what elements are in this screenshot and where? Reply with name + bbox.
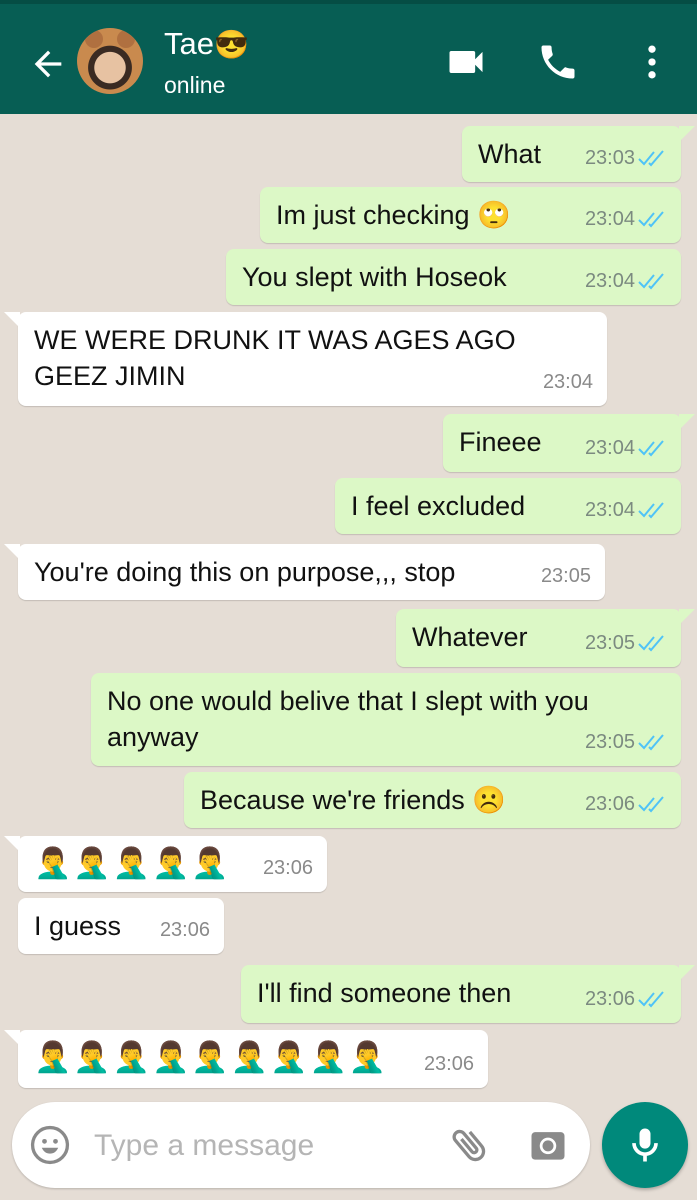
message-bubble-outgoing[interactable]: You slept with Hoseok 23:04 (226, 249, 681, 305)
message-time: 23:04 (584, 499, 635, 521)
message-time: 23:03 (584, 147, 635, 169)
message-time: 23:04 (584, 270, 635, 292)
message-bubble-incoming[interactable]: You're doing this on purpose,,, stop 23:… (4, 544, 605, 600)
message-time: 23:06 (159, 919, 210, 941)
message-meta: 23:04 (585, 263, 667, 299)
emoji-icon[interactable] (28, 1123, 72, 1167)
attach-icon[interactable] (448, 1123, 492, 1167)
message-meta: 23:04 (585, 430, 667, 466)
message-input[interactable] (92, 1118, 426, 1174)
message-bubble-incoming[interactable]: 🤦‍♂️🤦‍♂️🤦‍♂️🤦‍♂️🤦‍♂️ 23:06 (4, 836, 327, 892)
message-meta: 23:04 (543, 364, 593, 400)
double-check-icon (638, 211, 664, 228)
phone-icon[interactable] (536, 40, 580, 84)
message-meta: 23:06 (160, 912, 210, 948)
message-meta: 23:06 (585, 786, 667, 822)
contact-name-emoji: 😎 (213, 29, 249, 60)
double-check-icon (638, 991, 664, 1008)
message-text: WE WERE DRUNK IT WAS AGES AGO GEEZ JIMIN (34, 325, 516, 391)
double-check-icon (638, 502, 664, 519)
video-call-icon[interactable] (444, 40, 488, 84)
message-text: You slept with Hoseok (242, 262, 507, 292)
message-text: I guess (34, 911, 122, 941)
message-text: Whatever (412, 622, 528, 652)
message-text: Fineee (459, 427, 542, 457)
message-bubble-outgoing[interactable]: I feel excluded 23:04 (335, 478, 681, 534)
message-text: What (478, 139, 542, 169)
message-meta: 23:05 (585, 724, 667, 760)
message-bubble-outgoing[interactable]: Whatever 23:05 (396, 609, 695, 667)
double-check-icon (638, 734, 664, 751)
message-bubble-outgoing[interactable]: What 23:03 (462, 126, 695, 182)
message-meta: 23:03 (585, 140, 667, 176)
double-check-icon (638, 440, 664, 457)
contact-name[interactable]: Tae😎 (164, 26, 249, 62)
message-bubble-outgoing[interactable]: Because we're friends ☹️ 23:06 (184, 772, 681, 828)
message-bubble-incoming[interactable]: 🤦‍♂️🤦‍♂️🤦‍♂️🤦‍♂️🤦‍♂️🤦‍♂️🤦‍♂️🤦‍♂️🤦‍♂️ 23:… (4, 1030, 488, 1088)
message-text: No one would belive that I slept with yo… (107, 686, 589, 752)
message-bubble-incoming[interactable]: I guess 23:06 (18, 898, 224, 954)
message-time: 23:06 (584, 793, 635, 815)
message-text: Im just checking 🙄 (276, 200, 511, 230)
message-time: 23:05 (584, 632, 635, 654)
message-bubble-outgoing[interactable]: I'll find someone then 23:06 (241, 965, 695, 1023)
message-bubble-outgoing[interactable]: Fineee 23:04 (443, 414, 695, 472)
message-meta: 23:05 (585, 625, 667, 661)
more-vert-icon[interactable] (630, 40, 674, 84)
avatar[interactable] (77, 28, 143, 94)
message-time: 23:06 (262, 857, 313, 879)
message-time: 23:06 (423, 1053, 474, 1075)
message-time: 23:04 (542, 371, 593, 393)
message-text: 🤦‍♂️🤦‍♂️🤦‍♂️🤦‍♂️🤦‍♂️🤦‍♂️🤦‍♂️🤦‍♂️🤦‍♂️ (34, 1041, 389, 1074)
camera-icon[interactable] (526, 1123, 570, 1167)
message-bubble-outgoing[interactable]: Im just checking 🙄 23:04 (260, 187, 681, 243)
contact-status: online (164, 72, 226, 98)
message-bubble-incoming[interactable]: WE WERE DRUNK IT WAS AGES AGO GEEZ JIMIN… (4, 312, 607, 406)
contact-name-text: Tae (164, 26, 214, 61)
double-check-icon (638, 635, 664, 652)
double-check-icon (638, 796, 664, 813)
back-arrow-icon[interactable] (28, 44, 68, 84)
message-time: 23:04 (584, 437, 635, 459)
message-time: 23:05 (540, 565, 591, 587)
message-time: 23:05 (584, 731, 635, 753)
message-list[interactable]: What 23:03 Im just checking 🙄 23:04 You … (0, 114, 697, 1094)
message-meta: 23:06 (424, 1046, 474, 1082)
message-text: You're doing this on purpose,,, stop (34, 557, 456, 587)
message-text: 🤦‍♂️🤦‍♂️🤦‍♂️🤦‍♂️🤦‍♂️ (34, 847, 231, 880)
double-check-icon (638, 273, 664, 290)
message-meta: 23:04 (585, 492, 667, 528)
message-time: 23:04 (584, 208, 635, 230)
message-meta: 23:04 (585, 201, 667, 237)
message-bubble-outgoing[interactable]: No one would belive that I slept with yo… (91, 673, 681, 766)
message-meta: 23:06 (263, 850, 313, 886)
chat-header: Tae😎 online (0, 0, 697, 114)
message-text: I'll find someone then (257, 978, 512, 1008)
message-meta: 23:05 (541, 558, 591, 594)
double-check-icon (638, 150, 664, 167)
mic-button[interactable] (602, 1102, 688, 1188)
message-composer (12, 1102, 590, 1188)
mic-icon (632, 1128, 658, 1162)
message-time: 23:06 (584, 988, 635, 1010)
message-text: Because we're friends ☹️ (200, 785, 506, 815)
message-text: I feel excluded (351, 491, 526, 521)
message-meta: 23:06 (585, 981, 667, 1017)
